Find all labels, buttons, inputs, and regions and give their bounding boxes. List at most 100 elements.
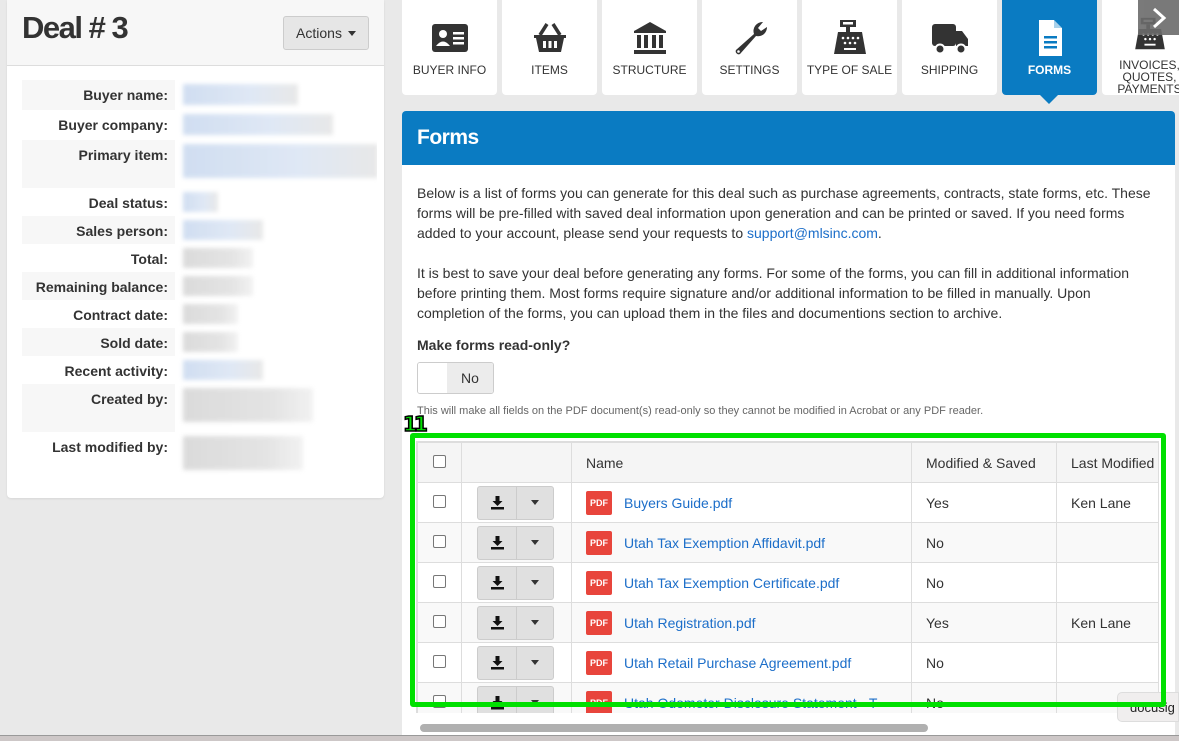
readonly-help-text: This will make all fields on the PDF doc… — [417, 405, 984, 417]
tab-structure[interactable]: STRUCTURE — [602, 0, 697, 95]
toggle-knob[interactable] — [418, 363, 447, 393]
info-row: Primary item: — [22, 140, 377, 188]
info-row: Created by: — [22, 384, 377, 432]
name-column-header[interactable]: Name — [571, 442, 912, 483]
pdf-file-icon: PDF — [586, 650, 612, 675]
download-icon — [490, 696, 504, 710]
select-all-checkbox[interactable] — [433, 454, 446, 468]
deal-info-table: Buyer name: Buyer company: Primary item:… — [22, 80, 377, 480]
tab-items[interactable]: ITEMS — [502, 0, 597, 95]
info-row: Remaining balance: — [22, 272, 377, 300]
select-cell — [417, 642, 462, 683]
last-modified-by-cell — [1056, 562, 1158, 603]
actions-cell — [461, 682, 572, 714]
download-button-group — [477, 485, 554, 520]
horizontal-scrollbar[interactable] — [420, 724, 928, 732]
panel-title: Forms — [417, 126, 479, 149]
download-icon — [490, 496, 504, 510]
caret-down-icon — [531, 660, 539, 665]
download-options-dropdown[interactable] — [517, 607, 553, 639]
id-card-icon — [431, 24, 468, 52]
actions-column-header — [461, 442, 572, 483]
caret-down-icon — [531, 580, 539, 585]
bank-icon — [633, 22, 666, 54]
row-checkbox[interactable] — [433, 574, 446, 588]
download-button[interactable] — [478, 646, 517, 679]
form-file-link[interactable]: Utah Tax Exemption Affidavit.pdf — [624, 535, 825, 551]
actions-cell — [461, 522, 572, 563]
download-icon — [490, 576, 504, 590]
pdf-file-icon: PDF — [586, 570, 612, 595]
readonly-toggle[interactable]: No — [417, 362, 494, 394]
tab-forms[interactable]: FORMS — [1002, 0, 1097, 104]
row-checkbox[interactable] — [433, 654, 446, 668]
modified-cell: Yes — [911, 482, 1057, 523]
tab-shipping[interactable]: SHIPPING — [902, 0, 997, 95]
info-row: Sales person: — [22, 216, 377, 244]
document-icon — [1038, 20, 1062, 56]
name-cell: PDF Utah Registration.pdf — [571, 602, 912, 643]
form-file-link[interactable]: Utah Retail Purchase Agreement.pdf — [624, 655, 851, 671]
actions-dropdown-button[interactable]: Actions — [283, 16, 369, 50]
actions-cell — [461, 602, 572, 643]
row-checkbox[interactable] — [433, 694, 446, 708]
tab-buyer-info[interactable]: BUYER INFO — [402, 0, 497, 95]
tab-settings[interactable]: SETTINGS — [702, 0, 797, 95]
pdf-file-icon: PDF — [586, 490, 612, 515]
modified-cell: No — [911, 682, 1057, 713]
table-row: PDF Utah Odometer Disclosure Statement - … — [417, 682, 1158, 714]
download-button[interactable] — [478, 486, 517, 519]
download-button[interactable] — [478, 566, 517, 599]
info-label: Primary item: — [22, 140, 175, 188]
tab-type-of-sale[interactable]: TYPE OF SALE — [802, 0, 897, 95]
form-file-link[interactable]: Utah Registration.pdf — [624, 615, 756, 631]
info-value-redacted — [175, 80, 377, 110]
row-checkbox[interactable] — [433, 534, 446, 548]
tab-label: TYPE OF SALE — [806, 63, 893, 77]
select-cell — [417, 562, 462, 603]
form-file-link[interactable]: Utah Odometer Disclosure Statement - T — [624, 695, 877, 711]
info-row: Recent activity: — [22, 356, 377, 384]
info-label: Last modified by: — [52, 439, 168, 455]
download-options-dropdown[interactable] — [517, 687, 553, 714]
pdf-file-icon: PDF — [586, 610, 612, 635]
support-email-link[interactable]: support@mlsinc.com — [747, 225, 878, 241]
toggle-value: No — [447, 363, 493, 393]
info-value-redacted — [175, 356, 377, 384]
download-button[interactable] — [478, 606, 517, 639]
wrench-icon — [735, 21, 767, 55]
info-label: Sales person: — [22, 216, 175, 244]
info-value-redacted — [175, 110, 377, 140]
tabs-next-button[interactable] — [1138, 0, 1179, 35]
tab-label: INVOICES, QUOTES, PAYMENTS — [1117, 58, 1179, 96]
readonly-label: Make forms read-only? — [417, 337, 571, 353]
download-options-dropdown[interactable] — [517, 567, 553, 599]
row-checkbox[interactable] — [433, 614, 446, 628]
info-row: Buyer name: — [22, 80, 377, 110]
download-button-group — [477, 525, 554, 560]
download-options-dropdown[interactable] — [517, 487, 553, 519]
download-options-dropdown[interactable] — [517, 647, 553, 679]
modified-cell: No — [911, 642, 1057, 683]
form-file-link[interactable]: Utah Tax Exemption Certificate.pdf — [624, 575, 839, 591]
info-row: Total: — [22, 244, 377, 272]
name-cell: PDF Utah Tax Exemption Affidavit.pdf — [571, 522, 912, 563]
info-row: Sold date: — [22, 328, 377, 356]
info-value-redacted — [175, 216, 377, 244]
download-button[interactable] — [478, 686, 517, 713]
download-button[interactable] — [478, 526, 517, 559]
download-options-dropdown[interactable] — [517, 527, 553, 559]
last-modified-column-header[interactable]: Last Modified By — [1056, 442, 1158, 483]
caret-down-icon — [531, 500, 539, 505]
row-checkbox[interactable] — [433, 494, 446, 508]
modified-column-header[interactable]: Modified & Saved — [911, 442, 1057, 483]
download-icon — [490, 536, 504, 550]
info-label: Created by: — [22, 384, 175, 432]
info-label: Buyer name: — [22, 80, 175, 110]
form-file-link[interactable]: Buyers Guide.pdf — [624, 495, 732, 511]
info-value-redacted — [175, 272, 377, 300]
docusign-button[interactable]: docusig — [1117, 692, 1179, 722]
name-cell: PDF Utah Retail Purchase Agreement.pdf — [571, 642, 912, 683]
last-modified-by-cell — [1056, 522, 1158, 563]
name-cell: PDF Utah Odometer Disclosure Statement - … — [571, 682, 912, 713]
